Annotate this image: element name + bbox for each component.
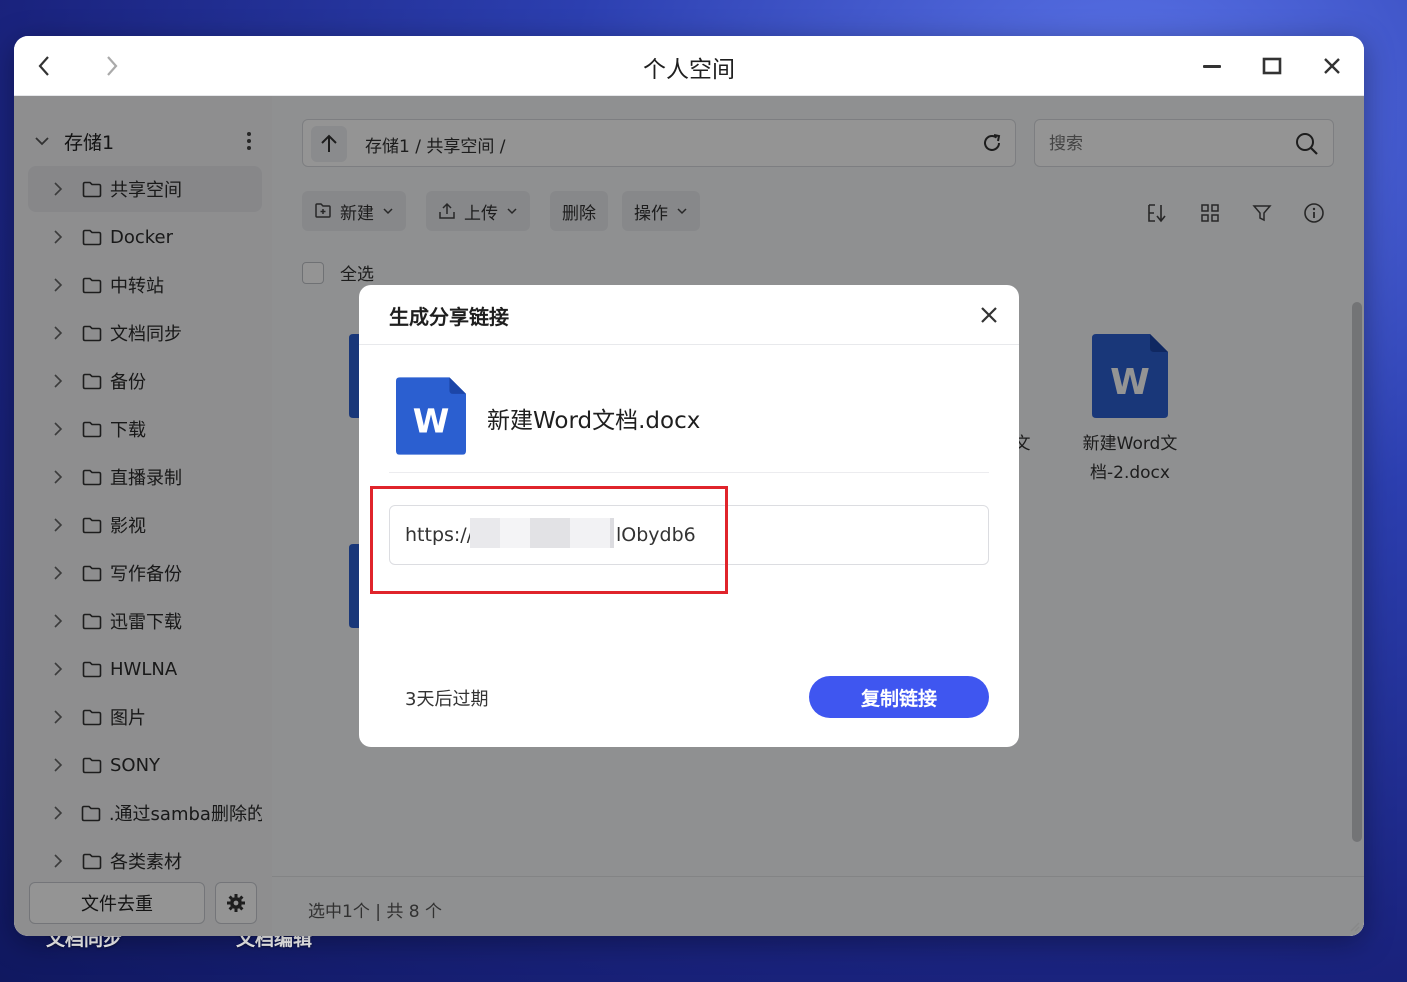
dialog-file-name: 新建Word文档.docx — [487, 408, 701, 434]
dialog-close-button[interactable] — [975, 301, 1003, 329]
close-window-button[interactable] — [1318, 52, 1346, 80]
dialog-header: 生成分享链接 — [359, 285, 1019, 345]
close-icon — [981, 307, 997, 323]
minimize-button[interactable] — [1198, 52, 1226, 80]
share-link-dialog: 生成分享链接 W 新建Word文档.docx https:// lObydb6 … — [359, 285, 1019, 747]
copy-link-button[interactable]: 复制链接 — [809, 676, 989, 718]
title-bar: 个人空间 — [14, 36, 1364, 96]
minimize-icon — [1203, 65, 1221, 68]
resize-grip-icon[interactable] — [1346, 918, 1360, 932]
window-title: 个人空间 — [643, 57, 735, 83]
word-file-icon: W — [396, 377, 466, 459]
close-icon — [1324, 58, 1340, 74]
expiry-text: 3天后过期 — [405, 689, 489, 710]
maximize-button[interactable] — [1258, 52, 1286, 80]
dialog-file-info: W 新建Word文档.docx — [389, 375, 989, 473]
highlight-annotation — [370, 486, 728, 594]
word-letter: W — [413, 402, 450, 441]
dialog-title: 生成分享链接 — [389, 305, 509, 329]
maximize-icon — [1262, 57, 1282, 75]
